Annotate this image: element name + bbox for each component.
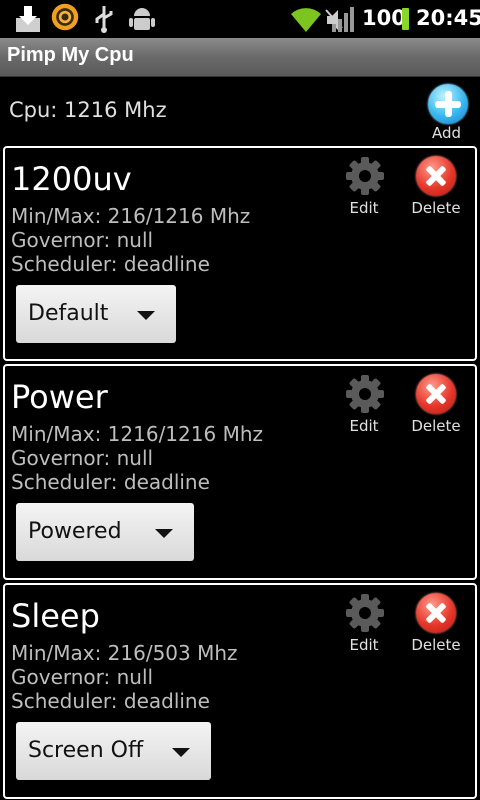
battery-icon [402, 8, 409, 30]
gear-icon [346, 594, 384, 632]
edit-label: Edit [349, 417, 379, 435]
edit-button[interactable]: Edit [335, 593, 393, 654]
profile-minmax: Min/Max: 1216/1216 Mhz [11, 422, 263, 446]
signal-icon [332, 7, 354, 32]
profile-name: Power [11, 378, 108, 416]
sun-app-icon [51, 3, 79, 31]
delete-button[interactable]: Delete [407, 374, 465, 435]
profile-scheduler: Scheduler: deadline [11, 470, 210, 494]
download-icon [16, 6, 40, 32]
dropdown-arrow-icon [137, 311, 155, 320]
edit-button[interactable]: Edit [335, 156, 393, 217]
add-label: Add [432, 124, 462, 142]
app-title: Pimp My Cpu [7, 44, 134, 66]
edit-label: Edit [349, 199, 379, 217]
plus-icon [428, 84, 468, 124]
gear-icon [346, 375, 384, 413]
profile-scheduler: Scheduler: deadline [11, 689, 210, 713]
edit-label: Edit [349, 636, 379, 654]
profile-card: 1200uv Min/Max: 216/1216 Mhz Governor: n… [3, 146, 477, 361]
profile-name: Sleep [11, 597, 100, 635]
dropdown-arrow-icon [155, 529, 173, 538]
profile-scheduler: Scheduler: deadline [11, 252, 210, 276]
delete-label: Delete [411, 417, 461, 435]
profile-minmax: Min/Max: 216/1216 Mhz [11, 204, 251, 228]
battery-level: 100 [362, 6, 406, 30]
profile-minmax: Min/Max: 216/503 Mhz [11, 641, 238, 665]
profile-governor: Governor: null [11, 228, 154, 252]
dropdown-arrow-icon [172, 748, 190, 757]
cpu-frequency: Cpu: 1216 Mhz [9, 98, 167, 122]
profile-name: 1200uv [11, 160, 132, 198]
clock: 20:45 [416, 6, 480, 30]
app-title-bar: Pimp My Cpu [0, 38, 480, 77]
delete-label: Delete [411, 636, 461, 654]
add-profile-button[interactable]: Add [426, 84, 470, 142]
profile-governor: Governor: null [11, 446, 154, 470]
delete-button[interactable]: Delete [407, 156, 465, 217]
profile-trigger-dropdown[interactable]: Default [16, 285, 176, 343]
delete-icon [416, 593, 456, 633]
profile-card: Power Min/Max: 1216/1216 Mhz Governor: n… [3, 364, 477, 580]
dropdown-value: Default [28, 301, 109, 326]
delete-label: Delete [411, 199, 461, 217]
dropdown-value: Screen Off [28, 738, 144, 763]
profile-card: Sleep Min/Max: 216/503 Mhz Governor: nul… [3, 583, 477, 799]
android-debug-icon [129, 8, 155, 30]
profile-trigger-dropdown[interactable]: Powered [16, 503, 194, 561]
profile-governor: Governor: null [11, 665, 154, 689]
usb-icon [95, 6, 113, 33]
edit-button[interactable]: Edit [335, 374, 393, 435]
delete-button[interactable]: Delete [407, 593, 465, 654]
gear-icon [346, 157, 384, 195]
delete-icon [416, 156, 456, 196]
profile-trigger-dropdown[interactable]: Screen Off [16, 722, 211, 780]
dropdown-value: Powered [28, 519, 122, 544]
status-bar: 100 20:45 [0, 0, 480, 38]
delete-icon [416, 374, 456, 414]
wifi-icon [291, 8, 321, 32]
